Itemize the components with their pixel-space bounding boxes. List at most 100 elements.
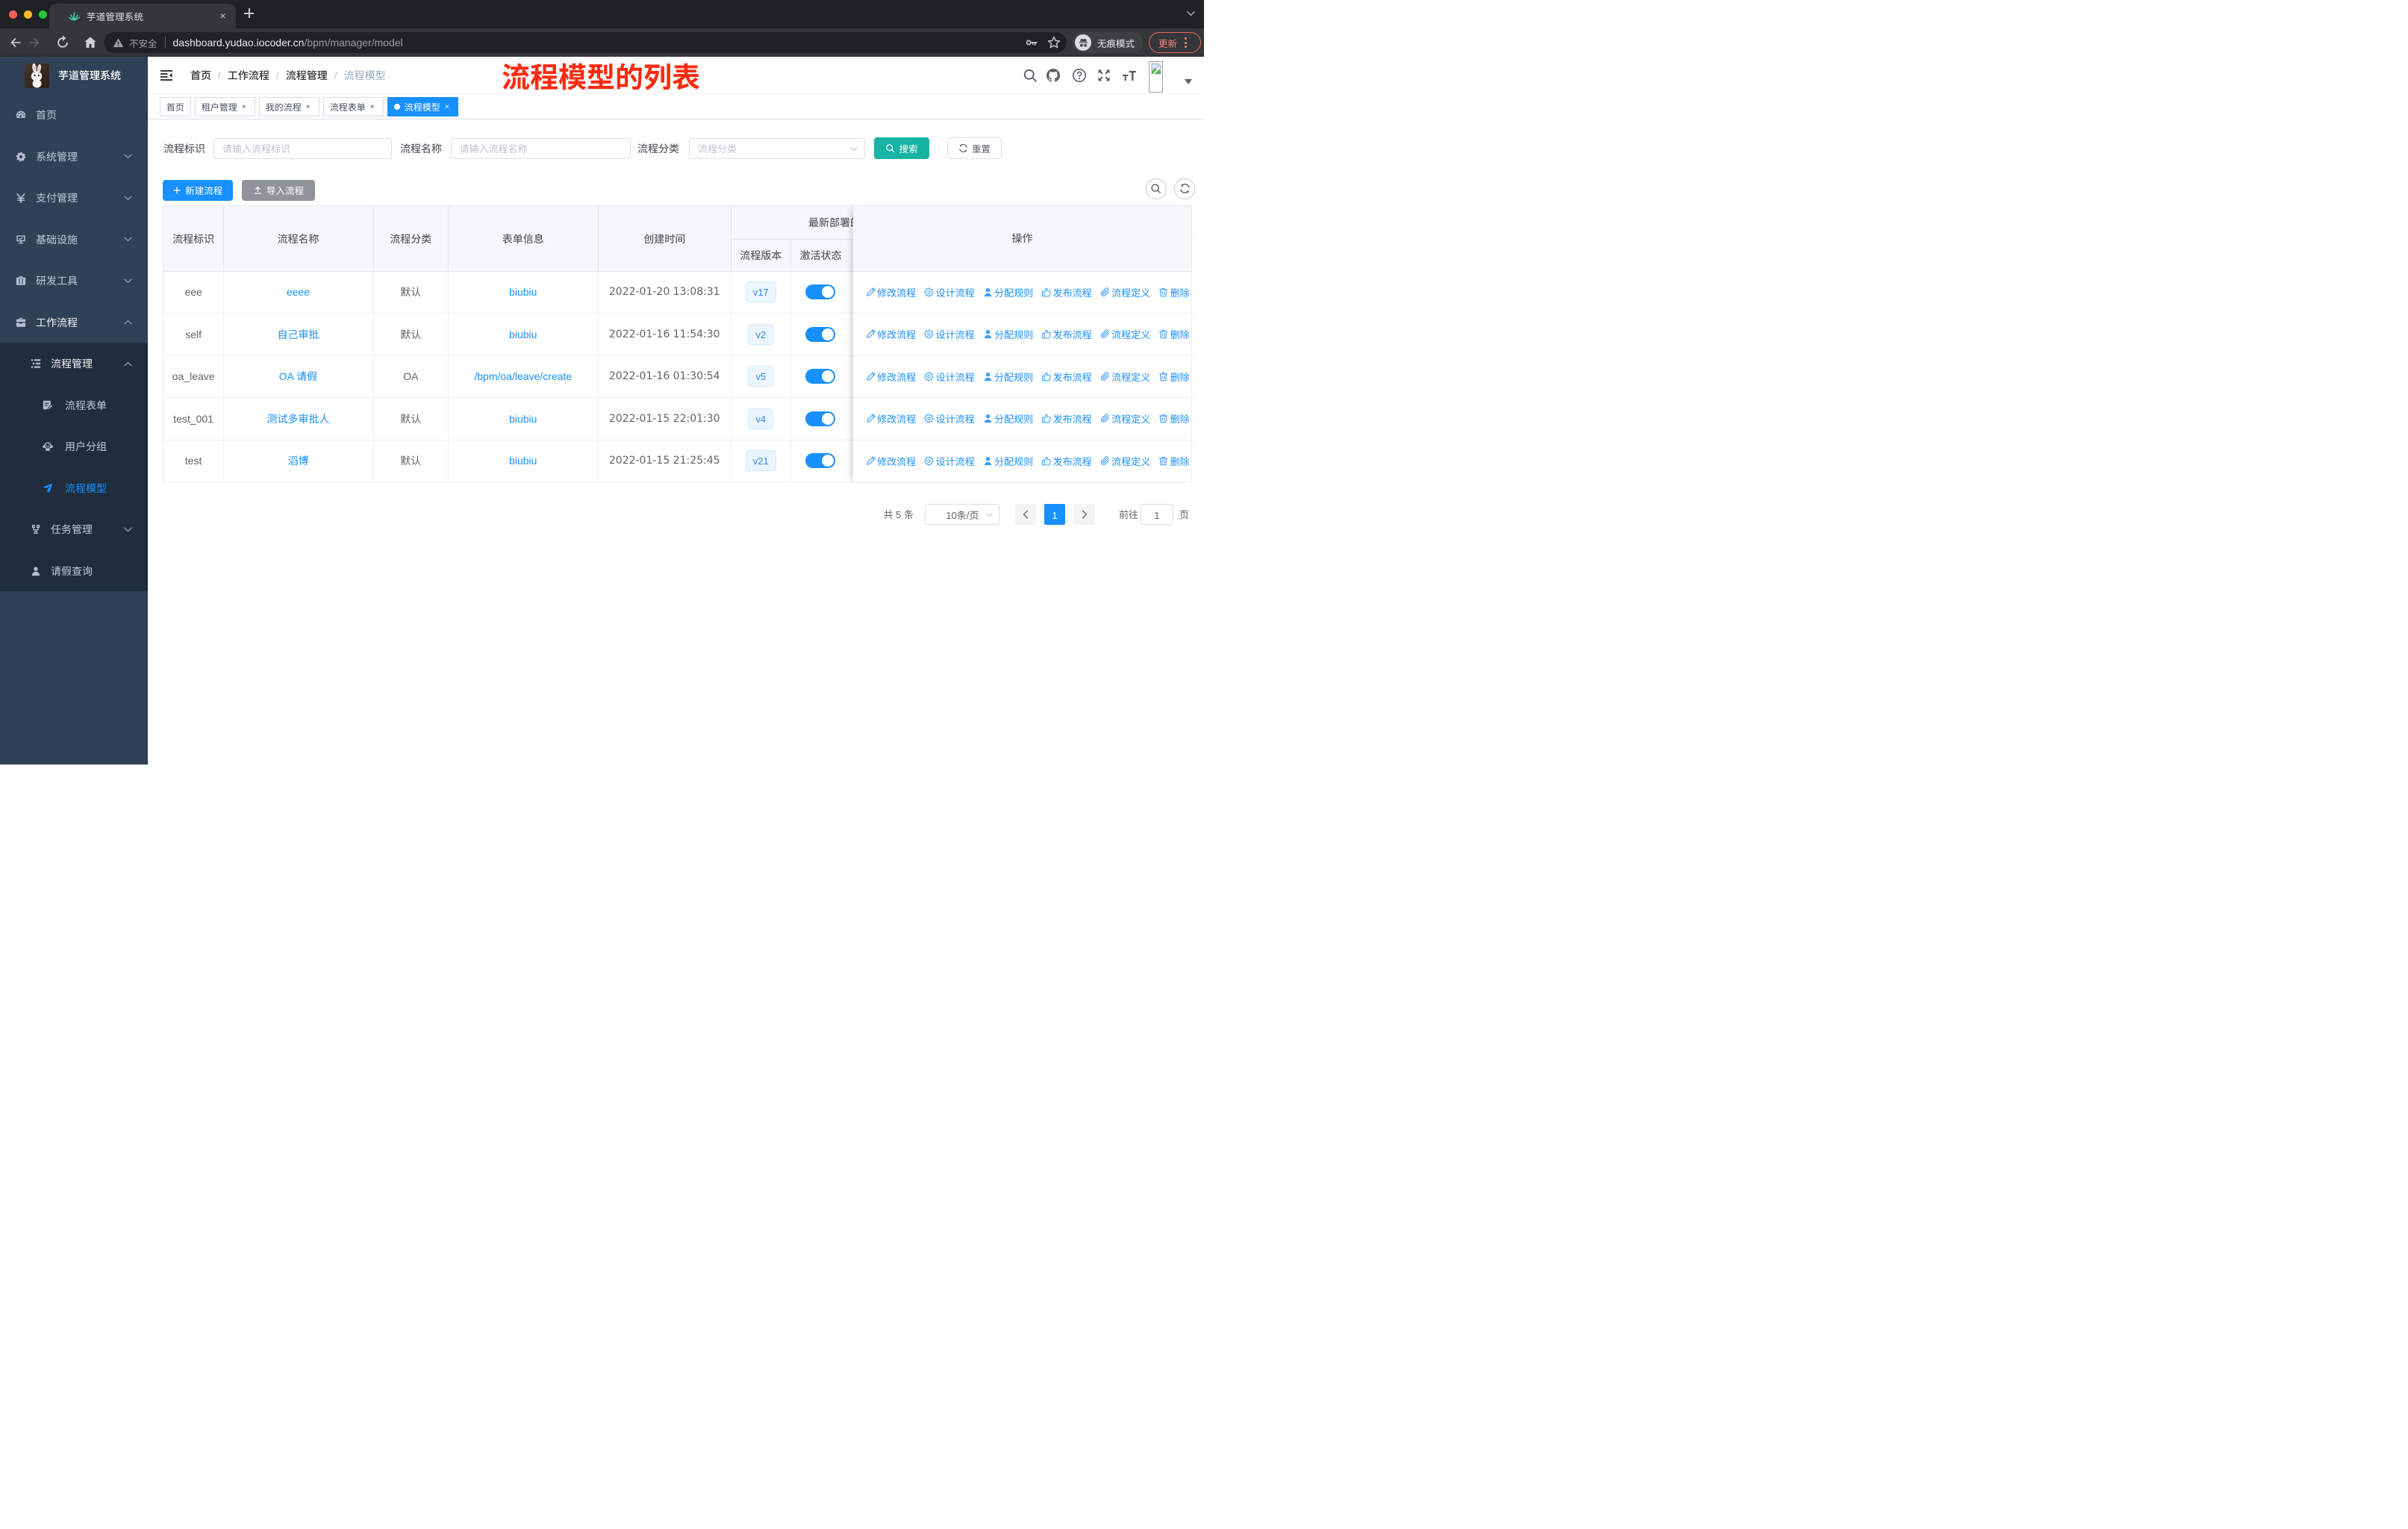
active-state-toggle[interactable] — [805, 369, 836, 384]
version-tag[interactable]: v4 — [748, 408, 774, 429]
action-分配规则[interactable]: 分配规则 — [983, 411, 1033, 426]
pagination-prev-button[interactable] — [1014, 504, 1036, 526]
active-state-toggle[interactable] — [805, 326, 836, 342]
tag-close-icon[interactable]: × — [240, 102, 249, 112]
tab-tag-租户管理[interactable]: 租户管理 × — [194, 97, 255, 116]
toggle-search-button[interactable] — [1145, 178, 1167, 199]
version-tag[interactable]: v5 — [748, 366, 774, 387]
sidebar-item-工作流程[interactable]: 工作流程 — [0, 302, 148, 343]
active-state-toggle[interactable] — [805, 453, 836, 469]
cell-form-link[interactable]: biubiu — [509, 453, 537, 468]
action-分配规则[interactable]: 分配规则 — [983, 370, 1033, 384]
sidebar-item-流程模型[interactable]: 流程模型 — [0, 467, 148, 509]
sidebar-item-系统管理[interactable]: 系统管理 — [0, 136, 148, 178]
tag-close-icon[interactable]: × — [443, 102, 452, 112]
browser-update-button[interactable]: 更新 — [1149, 32, 1201, 53]
window-close-button[interactable] — [9, 10, 17, 19]
browser-menu-dots-icon[interactable] — [1185, 37, 1188, 48]
action-设计流程[interactable]: 设计流程 — [924, 370, 975, 384]
password-key-icon[interactable] — [1024, 35, 1039, 50]
action-发布流程[interactable]: 发布流程 — [1041, 370, 1092, 384]
breadcrumb-item[interactable]: 工作流程 — [228, 68, 269, 83]
font-size-icon[interactable] — [1122, 68, 1137, 83]
cell-form-link[interactable]: biubiu — [509, 327, 537, 342]
tab-tag-首页[interactable]: 首页 — [159, 97, 191, 116]
sidebar-item-请假查询[interactable]: 请假查询 — [0, 550, 148, 592]
action-分配规则[interactable]: 分配规则 — [983, 327, 1033, 341]
pagination-next-button[interactable] — [1074, 504, 1096, 526]
pagination-page-input[interactable]: 1 — [1140, 504, 1173, 526]
active-state-toggle[interactable] — [805, 411, 836, 426]
help-icon[interactable] — [1072, 68, 1087, 83]
action-流程定义[interactable]: 流程定义 — [1100, 411, 1150, 426]
action-发布流程[interactable]: 发布流程 — [1041, 327, 1092, 341]
action-设计流程[interactable]: 设计流程 — [924, 411, 975, 426]
not-secure-warning-icon[interactable] — [113, 37, 124, 49]
tab-tag-我的流程[interactable]: 我的流程 × — [258, 97, 319, 116]
browser-forward-button[interactable] — [27, 35, 42, 50]
action-修改流程[interactable]: 修改流程 — [866, 411, 916, 426]
filter-category-select[interactable]: 流程分类 — [689, 137, 865, 159]
sidebar-item-研发工具[interactable]: 研发工具 — [0, 260, 148, 302]
browser-reload-button[interactable] — [55, 35, 70, 50]
tag-close-icon[interactable]: × — [368, 102, 377, 112]
filter-id-input[interactable]: 请输入流程标识 — [213, 137, 392, 159]
sidebar-item-用户分组[interactable]: 用户分组 — [0, 426, 148, 467]
search-button[interactable]: 搜索 — [874, 137, 929, 159]
sidebar-item-流程管理[interactable]: 流程管理 — [0, 343, 148, 384]
version-tag[interactable]: v2 — [748, 323, 774, 345]
refresh-table-button[interactable] — [1174, 178, 1196, 199]
bookmark-star-icon[interactable] — [1047, 35, 1061, 50]
action-流程定义[interactable]: 流程定义 — [1100, 285, 1150, 299]
action-分配规则[interactable]: 分配规则 — [983, 285, 1033, 299]
cell-form-link[interactable]: biubiu — [509, 411, 537, 426]
sidebar-item-任务管理[interactable]: 任务管理 — [0, 508, 148, 550]
breadcrumb-item[interactable]: 流程管理 — [286, 68, 328, 83]
reset-button[interactable]: 重置 — [947, 137, 1002, 159]
cell-process-name-link[interactable]: OA 请假 — [279, 369, 317, 384]
action-流程定义[interactable]: 流程定义 — [1100, 454, 1150, 468]
browser-back-button[interactable] — [8, 35, 23, 50]
cell-process-name-link[interactable]: 自己审批 — [277, 327, 319, 342]
pagination-page-1[interactable]: 1 — [1044, 504, 1065, 526]
cell-process-name-link[interactable]: 滔博 — [287, 453, 308, 468]
create-process-button[interactable]: 新建流程 — [162, 179, 233, 201]
import-process-button[interactable]: 导入流程 — [242, 179, 315, 201]
avatar-caret-down-icon[interactable] — [1185, 79, 1192, 84]
action-修改流程[interactable]: 修改流程 — [866, 285, 916, 299]
action-流程定义[interactable]: 流程定义 — [1100, 327, 1150, 341]
sidebar-item-基础设施[interactable]: 基础设施 — [0, 219, 148, 261]
cell-form-link[interactable]: biubiu — [509, 284, 537, 299]
browser-tab[interactable]: 芋道管理系统 × — [49, 4, 236, 28]
action-发布流程[interactable]: 发布流程 — [1041, 411, 1092, 426]
action-删除[interactable]: 删除 — [1158, 327, 1190, 341]
user-avatar[interactable] — [1149, 61, 1163, 93]
action-删除[interactable]: 删除 — [1158, 454, 1190, 468]
address-bar[interactable]: 不安全 dashboard.yudao.iocoder.cn/bpm/manag… — [104, 32, 1067, 53]
filter-name-input[interactable]: 请输入流程名称 — [450, 137, 631, 159]
action-发布流程[interactable]: 发布流程 — [1041, 285, 1092, 299]
tag-close-icon[interactable]: × — [304, 102, 313, 112]
breadcrumb-item[interactable]: 首页 — [190, 68, 211, 83]
sidebar-item-支付管理[interactable]: 支付管理 — [0, 177, 148, 219]
sidebar-item-流程表单[interactable]: 流程表单 — [0, 384, 148, 426]
version-tag[interactable]: v17 — [745, 281, 776, 303]
tab-tag-流程模型[interactable]: 流程模型 × — [387, 97, 458, 116]
new-tab-button[interactable] — [244, 8, 254, 18]
header-search-icon[interactable] — [1023, 68, 1038, 83]
action-修改流程[interactable]: 修改流程 — [866, 370, 916, 384]
tabstrip-chevron-down-icon[interactable] — [1187, 11, 1195, 16]
action-删除[interactable]: 删除 — [1158, 411, 1190, 426]
action-分配规则[interactable]: 分配规则 — [983, 454, 1033, 468]
action-设计流程[interactable]: 设计流程 — [924, 454, 975, 468]
sidebar-logo[interactable]: 芋道管理系统 — [0, 57, 148, 94]
action-设计流程[interactable]: 设计流程 — [924, 327, 975, 341]
browser-home-button[interactable] — [83, 35, 98, 50]
action-修改流程[interactable]: 修改流程 — [866, 327, 916, 341]
fullscreen-icon[interactable] — [1097, 68, 1111, 83]
window-minimize-button[interactable] — [24, 10, 32, 19]
action-发布流程[interactable]: 发布流程 — [1041, 454, 1092, 468]
cell-process-name-link[interactable]: eeee — [287, 284, 310, 299]
page-size-select[interactable]: 10条/页 — [925, 504, 1000, 526]
cell-process-name-link[interactable]: 测试多审批人 — [266, 411, 329, 426]
